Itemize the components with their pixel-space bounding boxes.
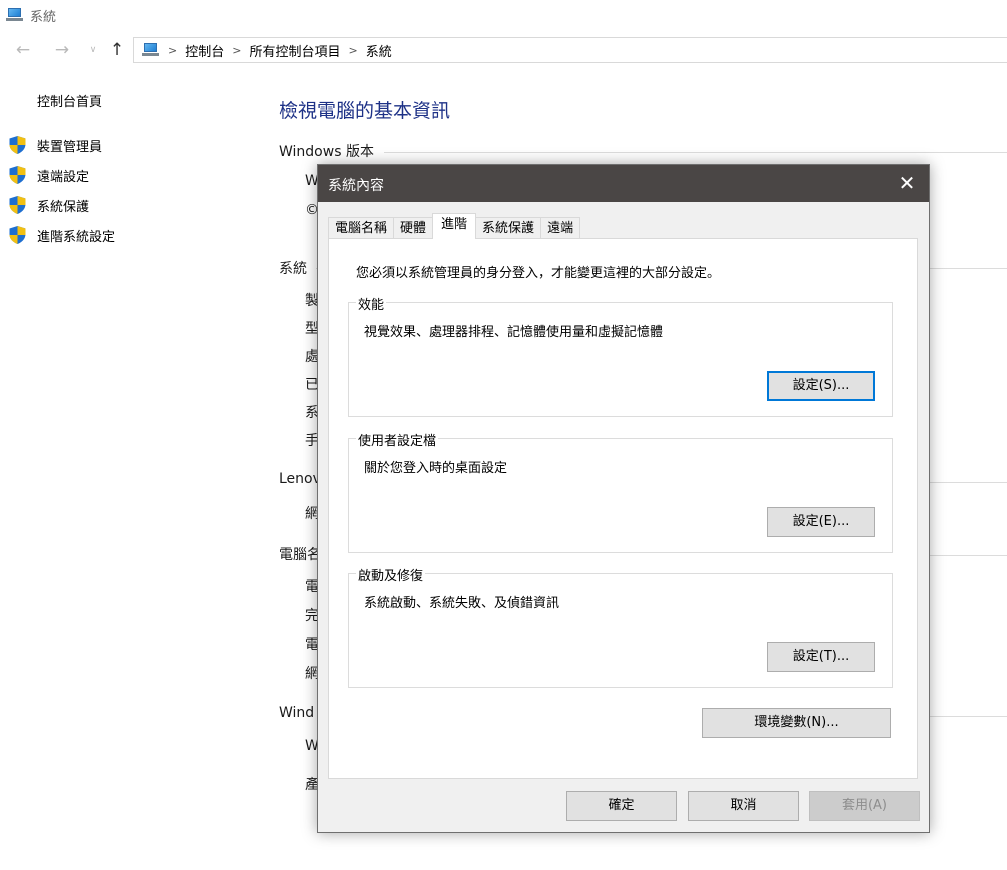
sidebar-item-remote-settings[interactable]: 遠端設定 [8,164,89,186]
user-profiles-group: 使用者設定檔 關於您登入時的桌面設定 設定(E)... [348,430,893,553]
dialog-title-bar[interactable]: 系統內容 ✕ [318,165,929,202]
group-description: 視覺效果、處理器排程、記憶體使用量和虛擬記憶體 [364,325,664,340]
sidebar-item-advanced-system-settings[interactable]: 進階系統設定 [8,224,115,246]
breadcrumb-separator[interactable]: > [232,44,241,57]
section-heading-lenovo: Lenov [279,471,321,487]
address-bar[interactable]: > 控制台 > 所有控制台項目 > 系統 [133,37,1007,63]
computer-icon [142,43,160,57]
window-title-bar: 系統 [6,4,56,26]
computer-icon [6,8,24,22]
ok-button[interactable]: 確定 [566,791,677,821]
admin-notice: 您必須以系統管理員的身分登入，才能變更這裡的大部分設定。 [356,266,721,281]
tab-hardware[interactable]: 硬體 [393,217,434,239]
sidebar-control-panel-home[interactable]: 控制台首頁 [37,91,102,110]
tab-system-protection[interactable]: 系統保護 [475,217,542,239]
breadcrumb-all-items[interactable]: 所有控制台項目 [249,41,340,60]
tab-remote[interactable]: 遠端 [540,217,581,239]
shield-icon [8,165,27,185]
dialog-tabs: 電腦名稱 硬體 進階 系統保護 遠端 [328,213,581,239]
page-title: 檢視電腦的基本資訊 [279,100,451,122]
sidebar-item-label: 系統保護 [37,199,90,215]
sidebar-item-label: 進階系統設定 [37,229,116,245]
sidebar-item-device-manager[interactable]: 裝置管理員 [8,134,102,156]
section-heading-computer-name: 電腦名 [279,547,321,563]
tab-advanced[interactable]: 進階 [432,213,477,239]
startup-recovery-settings-button[interactable]: 設定(T)... [767,642,875,672]
back-arrow-icon[interactable]: ← [12,38,34,62]
sidebar-item-label: 裝置管理員 [37,139,103,155]
sidebar-item-label: 遠端設定 [37,169,90,185]
group-label: 使用者設定檔 [356,430,439,449]
section-heading-system: 系統 [279,261,307,277]
tab-computer-name[interactable]: 電腦名稱 [328,217,395,239]
section-divider [384,152,1007,153]
group-description: 關於您登入時的桌面設定 [364,461,508,476]
breadcrumb-separator[interactable]: > [168,44,177,57]
window-title: 系統 [30,9,57,25]
system-properties-dialog: 系統內容 ✕ 電腦名稱 硬體 進階 系統保護 遠端 您必須以系統管理員的身分登入… [317,164,930,833]
group-label: 啟動及修復 [356,565,426,584]
shield-icon [8,135,27,155]
up-arrow-icon[interactable]: ↑ [106,38,128,62]
sidebar-item-system-protection[interactable]: 系統保護 [8,194,89,216]
shield-icon [8,225,27,245]
advanced-tab-panel: 您必須以系統管理員的身分登入，才能變更這裡的大部分設定。 效能 視覺效果、處理器… [328,238,918,779]
shield-icon [8,195,27,215]
breadcrumb-separator[interactable]: > [348,44,357,57]
startup-recovery-group: 啟動及修復 系統啟動、系統失敗、及偵錯資訊 設定(T)... [348,565,893,688]
section-heading-windows-activation: Wind [279,705,315,721]
cancel-button[interactable]: 取消 [688,791,799,821]
performance-settings-button[interactable]: 設定(S)... [767,371,875,401]
apply-button[interactable]: 套用(A) [809,791,920,821]
group-description: 系統啟動、系統失敗、及偵錯資訊 [364,596,560,611]
performance-group: 效能 視覺效果、處理器排程、記憶體使用量和虛擬記憶體 設定(S)... [348,294,893,417]
forward-arrow-icon[interactable]: → [51,38,73,62]
group-label: 效能 [356,294,387,313]
user-profiles-settings-button[interactable]: 設定(E)... [767,507,875,537]
navigation-bar: ← → ∨ ↑ > 控制台 > 所有控制台項目 > 系統 [0,36,1007,64]
section-heading-windows-edition: Windows 版本 [279,144,374,160]
breadcrumb-system[interactable]: 系統 [366,41,392,60]
dialog-title: 系統內容 [328,178,384,194]
environment-variables-button[interactable]: 環境變數(N)... [702,708,891,738]
close-icon[interactable]: ✕ [891,168,923,198]
recent-locations-chevron-icon[interactable]: ∨ [82,38,104,62]
breadcrumb-control-panel[interactable]: 控制台 [185,41,224,60]
